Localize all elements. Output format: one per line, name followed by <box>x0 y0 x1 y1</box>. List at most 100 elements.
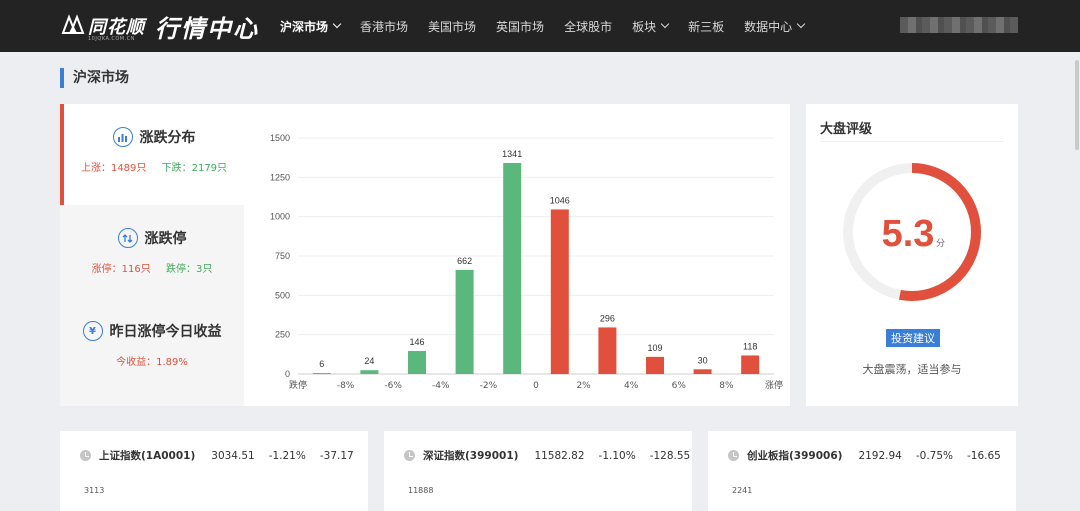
tab-title: 昨日涨停今日收益 <box>109 324 222 340</box>
bar <box>646 356 664 374</box>
nav-item-neeq[interactable]: 新三板 <box>688 18 724 35</box>
index-change: -16.65 <box>967 449 1001 462</box>
nav-label: 板块 <box>632 19 657 34</box>
rating-description: 大盘震荡，适当参与 <box>862 363 962 376</box>
today-return: 今收益：1.89% <box>116 357 188 368</box>
index-chart-label: 11888 <box>408 486 434 495</box>
bar-value-label: 1341 <box>502 149 522 159</box>
x-tick-label: -6% <box>384 381 402 391</box>
bar-value-label: 1046 <box>550 195 570 205</box>
section-title: 沪深市场 <box>60 68 129 88</box>
rise-count: 上涨：1489只 <box>80 163 147 174</box>
bar <box>741 355 760 374</box>
bar <box>360 370 379 374</box>
nav-item-us[interactable]: 美国市场 <box>428 18 476 35</box>
nav-item-sector[interactable]: 板块 <box>632 18 670 35</box>
tab-group-limit: 涨跌停 涨停：116只 跌停：3只 ¥ 昨日涨停今日收益 今收益：1.89% <box>60 205 244 406</box>
tab-limit-up-down[interactable]: 涨跌停 涨停：116只 跌停：3只 <box>60 228 244 275</box>
nav-label: 沪深市场 <box>280 19 329 34</box>
nav-label: 香港市场 <box>360 19 409 34</box>
user-account-blurred[interactable] <box>900 17 1018 33</box>
distribution-chart: 0 250 500 750 1000 1250 1500 跌停 -8% -6% -4% -2% 0 2% 4… <box>244 104 790 406</box>
clock-icon <box>404 450 415 461</box>
x-tick-label: -4% <box>432 381 450 391</box>
y-tick-label: 500 <box>275 290 290 300</box>
clock-icon <box>80 450 91 461</box>
top-navigation-bar: 同花顺 10JQKA.COM.CN 行情中心 沪深市场 香港市场 美国市场 英国… <box>0 0 1080 52</box>
index-change: -128.55 <box>649 449 691 462</box>
index-name: 上证指数(1A0001) <box>99 450 196 462</box>
rating-score: 5.3 <box>882 213 935 255</box>
y-tick-label: 1500 <box>270 133 290 143</box>
index-card-sz[interactable]: 深证指数(399001) 11582.82 -1.10% -128.55 118… <box>384 431 692 511</box>
bar-value-label: 118 <box>743 341 757 351</box>
index-chart-label: 3113 <box>84 486 105 495</box>
x-tick-label: 8% <box>719 381 734 391</box>
tab-yesterday-limit-up-return[interactable]: ¥ 昨日涨停今日收益 今收益：1.89% <box>60 321 244 368</box>
page-title: 行情中心 <box>155 14 259 43</box>
index-card-sh[interactable]: 上证指数(1A0001) 3034.51 -1.21% -37.17 3113 <box>60 431 368 511</box>
chevron-down-icon <box>796 19 806 29</box>
nav-item-hushen[interactable]: 沪深市场 <box>280 18 342 35</box>
index-name: 深证指数(399001) <box>423 450 519 462</box>
x-tick-label: 2% <box>576 381 591 391</box>
market-rating-card: 大盘评级 5.3 分 投资建议 大盘震荡，适当参与 <box>806 104 1018 406</box>
bar-value-label: 6 <box>319 359 324 369</box>
index-percent: -1.10% <box>598 449 636 462</box>
nav-item-hk[interactable]: 香港市场 <box>360 18 408 35</box>
bar-value-label: 24 <box>364 356 374 366</box>
tab-title: 涨跌停 <box>144 231 187 247</box>
bar <box>312 373 331 374</box>
main-nav: 沪深市场 香港市场 美国市场 英国市场 全球股市 板块 新三板 数据中心 <box>270 0 814 52</box>
index-card-cyb[interactable]: 创业板指(399006) 2192.94 -0.75% -16.65 2241 <box>708 431 1016 511</box>
bar-chart-icon <box>112 127 133 147</box>
nav-item-data-center[interactable]: 数据中心 <box>744 18 806 35</box>
index-chart-label: 2241 <box>732 486 753 495</box>
bar-value-label: 30 <box>698 355 708 365</box>
bar-value-label: 146 <box>409 337 424 347</box>
bar <box>408 351 426 374</box>
tab-rise-fall-distribution[interactable]: 涨跌分布 上涨：1489只 下跌：2179只 <box>60 104 244 205</box>
nav-label: 数据中心 <box>744 19 793 34</box>
swap-arrows-icon <box>117 228 138 248</box>
scrollbar-thumb[interactable] <box>1075 60 1079 150</box>
bar <box>503 163 522 374</box>
logo[interactable]: 同花顺 10JQKA.COM.CN 行情中心 <box>60 10 259 43</box>
logo-mark-icon <box>60 13 86 39</box>
nav-label: 美国市场 <box>428 19 477 34</box>
x-tick-label: -2% <box>480 381 498 391</box>
y-tick-label: 250 <box>275 330 290 340</box>
x-tick-label: 跌停 <box>289 379 307 391</box>
limit-down-count: 跌停：3只 <box>165 264 213 275</box>
investment-advice-badge[interactable]: 投资建议 <box>886 329 940 347</box>
tab-title: 涨跌分布 <box>139 130 196 146</box>
nav-item-uk[interactable]: 英国市场 <box>496 18 544 35</box>
logo-domain: 10JQKA.COM.CN <box>88 36 135 42</box>
limit-up-count: 涨停：116只 <box>91 264 151 275</box>
rating-gauge: 5.3 分 <box>843 163 981 301</box>
y-tick-label: 1250 <box>270 172 290 182</box>
bar-value-label: 296 <box>600 313 615 323</box>
bar <box>598 327 617 374</box>
y-tick-label: 0 <box>285 369 290 379</box>
bar-value-label: 109 <box>647 343 662 353</box>
index-value: 3034.51 <box>211 449 255 462</box>
index-percent: -0.75% <box>915 449 954 462</box>
bar <box>550 209 569 374</box>
fall-count: 下跌：2179只 <box>161 163 228 174</box>
stat-tabs: 涨跌分布 上涨：1489只 下跌：2179只 涨跌停 涨停：116只 跌停：3只… <box>60 104 244 406</box>
bar <box>693 369 712 374</box>
index-change: -37.17 <box>319 449 354 462</box>
index-value: 2192.94 <box>858 449 902 462</box>
bar <box>455 269 474 374</box>
index-name: 创业板指(399006) <box>747 450 843 462</box>
chevron-down-icon <box>660 19 670 29</box>
x-tick-label: 涨停 <box>765 379 783 391</box>
bar-value-label: 662 <box>457 256 472 266</box>
x-tick-label: 4% <box>624 381 639 391</box>
index-percent: -1.21% <box>268 449 306 462</box>
chevron-down-icon <box>332 19 342 29</box>
nav-item-global[interactable]: 全球股市 <box>564 18 612 35</box>
nav-label: 新三板 <box>688 19 725 34</box>
index-value: 11582.82 <box>534 449 585 462</box>
